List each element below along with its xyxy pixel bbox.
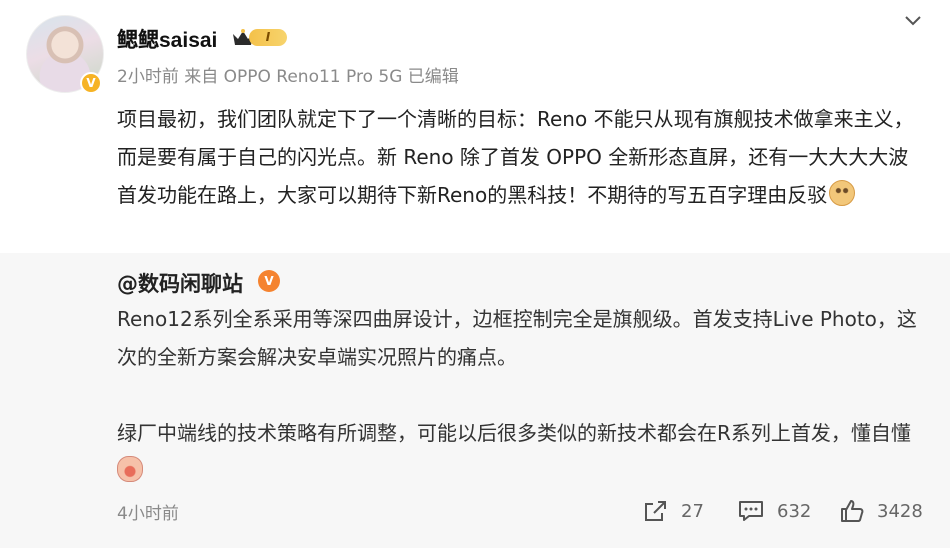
- share-icon: [645, 501, 666, 521]
- share-button[interactable]: 27: [643, 496, 704, 526]
- post-body: 项目最初，我们团队就定下了一个清晰的目标：Reno 不能只从现有旗舰技术做拿来主…: [117, 100, 917, 214]
- like-button[interactable]: 3428: [839, 496, 923, 526]
- comment-count: 632: [777, 500, 812, 522]
- like-icon: [841, 500, 864, 522]
- chevron-down-icon[interactable]: [903, 13, 923, 29]
- post-text: 项目最初，我们团队就定下了一个清晰的目标：Reno 不能只从现有旗舰技术做拿来主…: [117, 107, 914, 207]
- post-username[interactable]: 鳃鳃saisai: [117, 24, 217, 54]
- verified-badge-icon: V: [80, 72, 102, 94]
- repost-paragraph: Reno12系列全系采用等深四曲屏设计，边框控制完全是旗舰级。首发支持Live …: [117, 307, 917, 369]
- repost-paragraph-text: 绿厂中端线的技术策略有所调整，可能以后很多类似的新技术都会在R系列上首发，懂自懂: [117, 421, 911, 445]
- repost-paragraph: 绿厂中端线的技术策略有所调整，可能以后很多类似的新技术都会在R系列上首发，懂自懂: [117, 414, 917, 490]
- like-count: 3428: [877, 500, 923, 522]
- share-count: 27: [681, 500, 704, 522]
- post-meta: 2小时前 来自 OPPO Reno11 Pro 5G 已编辑: [117, 67, 459, 87]
- repost-author[interactable]: @数码闲聊站: [117, 268, 243, 298]
- repost-time: 4小时前: [117, 504, 179, 524]
- vip-badge-icon: V: [258, 270, 280, 292]
- repost-card[interactable]: @数码闲聊站 V Reno12系列全系采用等深四曲屏设计，边框控制完全是旗舰级。…: [0, 253, 950, 548]
- comment-button[interactable]: 632: [737, 496, 811, 526]
- post-header: V 鳃鳃saisai I 2小时前 来自 OPPO Reno11 Pro 5G …: [0, 0, 950, 100]
- cat-emoji-icon: [117, 456, 143, 482]
- doge-emoji-icon: [829, 180, 856, 206]
- level-label: I: [249, 29, 287, 46]
- repost-body: Reno12系列全系采用等深四曲屏设计，边框控制完全是旗舰级。首发支持Live …: [117, 300, 917, 490]
- level-badge[interactable]: I: [231, 27, 289, 48]
- comment-icon: [739, 501, 763, 521]
